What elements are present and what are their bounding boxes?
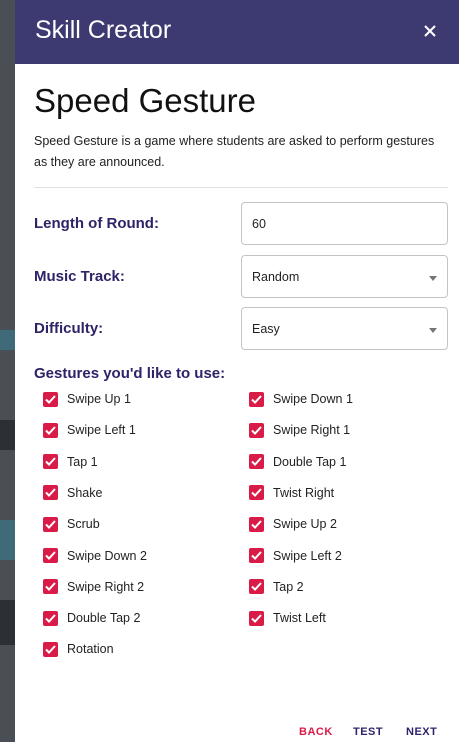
skill-description: Speed Gesture is a game where students a… [34, 134, 435, 169]
background-band [0, 520, 15, 560]
gesture-label: Swipe Right 2 [67, 579, 145, 594]
gesture-checkbox-item[interactable]: Scrub [43, 514, 100, 534]
gesture-checkbox-item[interactable]: Double Tap 2 [43, 608, 140, 628]
difficulty-value: Easy [252, 322, 280, 336]
checkbox-checked-icon[interactable] [43, 579, 58, 595]
checkbox-checked-icon[interactable] [249, 610, 264, 626]
gesture-label: Tap 2 [273, 579, 304, 594]
gesture-label: Swipe Left 2 [273, 548, 342, 563]
gesture-label: Scrub [67, 517, 100, 532]
checkbox-checked-icon[interactable] [249, 454, 264, 470]
difficulty-label: Difficulty: [34, 320, 104, 337]
background-band [0, 600, 15, 645]
checkbox-checked-icon[interactable] [249, 485, 264, 501]
checkbox-checked-icon[interactable] [43, 610, 58, 626]
difficulty-select[interactable]: Easy [241, 307, 448, 350]
checkbox-checked-icon[interactable] [43, 485, 58, 501]
checkbox-checked-icon[interactable] [43, 422, 58, 438]
checkbox-checked-icon[interactable] [249, 548, 264, 563]
gesture-checkbox-item[interactable]: Swipe Left 2 [249, 546, 342, 566]
test-button[interactable]: TEST [353, 726, 383, 738]
gesture-label: Shake [67, 485, 103, 500]
dialog-header: Skill Creator [15, 0, 459, 64]
gesture-label: Rotation [67, 642, 114, 657]
background-strip [0, 0, 15, 742]
gesture-label: Swipe Right 1 [273, 423, 351, 438]
gesture-label: Twist Left [273, 611, 326, 626]
checkbox-checked-icon[interactable] [43, 454, 58, 470]
checkbox-checked-icon[interactable] [43, 641, 58, 657]
gesture-checkbox-item[interactable]: Rotation [43, 639, 114, 659]
checkbox-checked-icon[interactable] [249, 391, 264, 407]
gesture-label: Swipe Up 2 [273, 517, 337, 532]
music-track-select[interactable]: Random [241, 255, 448, 298]
music-track-label: Music Track: [34, 268, 125, 285]
gesture-label: Tap 1 [67, 454, 98, 469]
checkbox-checked-icon[interactable] [249, 516, 264, 532]
gesture-checkbox-item[interactable]: Tap 2 [249, 577, 304, 597]
gesture-checkbox-item[interactable]: Swipe Up 1 [43, 389, 131, 409]
gesture-label: Swipe Down 2 [67, 548, 147, 563]
checkbox-checked-icon[interactable] [43, 516, 58, 532]
skill-name: Speed Gesture [34, 82, 256, 119]
gestures-title: Gestures you'd like to use: [34, 365, 226, 382]
gesture-label: Double Tap 2 [67, 611, 141, 626]
back-button[interactable]: BACK [299, 726, 333, 738]
gesture-checkbox-item[interactable]: Shake [43, 483, 102, 503]
gesture-checkbox-item[interactable]: Double Tap 1 [249, 452, 346, 472]
skill-creator-dialog: Skill Creator Speed Gesture Speed Gestur… [15, 0, 459, 742]
background-band [0, 330, 15, 350]
gesture-checkbox-item[interactable]: Swipe Right 2 [43, 577, 144, 597]
gesture-checkbox-item[interactable]: Twist Left [249, 608, 326, 628]
length-of-round-label: Length of Round: [34, 215, 159, 232]
dropdown-arrow-icon [429, 328, 437, 333]
gesture-label: Swipe Down 1 [273, 392, 353, 406]
dialog-title: Skill Creator [35, 16, 172, 44]
music-track-value: Random [252, 270, 300, 284]
gesture-checkbox-item[interactable]: Swipe Up 2 [249, 514, 337, 534]
gesture-checkbox-item[interactable]: Swipe Right 1 [249, 420, 350, 440]
gesture-checkbox-item[interactable]: Swipe Down 1 [249, 389, 353, 409]
checkbox-checked-icon[interactable] [249, 422, 264, 438]
dropdown-arrow-icon [429, 276, 437, 281]
length-of-round-value: 60 [252, 217, 266, 231]
next-button[interactable]: NEXT [406, 726, 437, 738]
gesture-checkbox-item[interactable]: Tap 1 [43, 452, 98, 472]
gesture-checkbox-item[interactable]: Twist Right [249, 483, 334, 503]
gesture-checkbox-item[interactable]: Swipe Down 2 [43, 546, 147, 566]
gesture-label: Double Tap 1 [273, 454, 347, 469]
checkbox-checked-icon[interactable] [43, 391, 58, 407]
gesture-label: Twist Right [273, 485, 335, 500]
checkbox-checked-icon[interactable] [43, 548, 58, 563]
background-band [0, 420, 15, 450]
gesture-label: Swipe Up 1 [67, 392, 131, 406]
length-of-round-input[interactable]: 60 [241, 202, 448, 245]
checkbox-checked-icon[interactable] [249, 579, 264, 595]
close-icon[interactable] [423, 24, 437, 38]
gesture-label: Swipe Left 1 [67, 423, 136, 438]
gesture-checkbox-item[interactable]: Swipe Left 1 [43, 420, 136, 440]
divider [34, 187, 448, 188]
